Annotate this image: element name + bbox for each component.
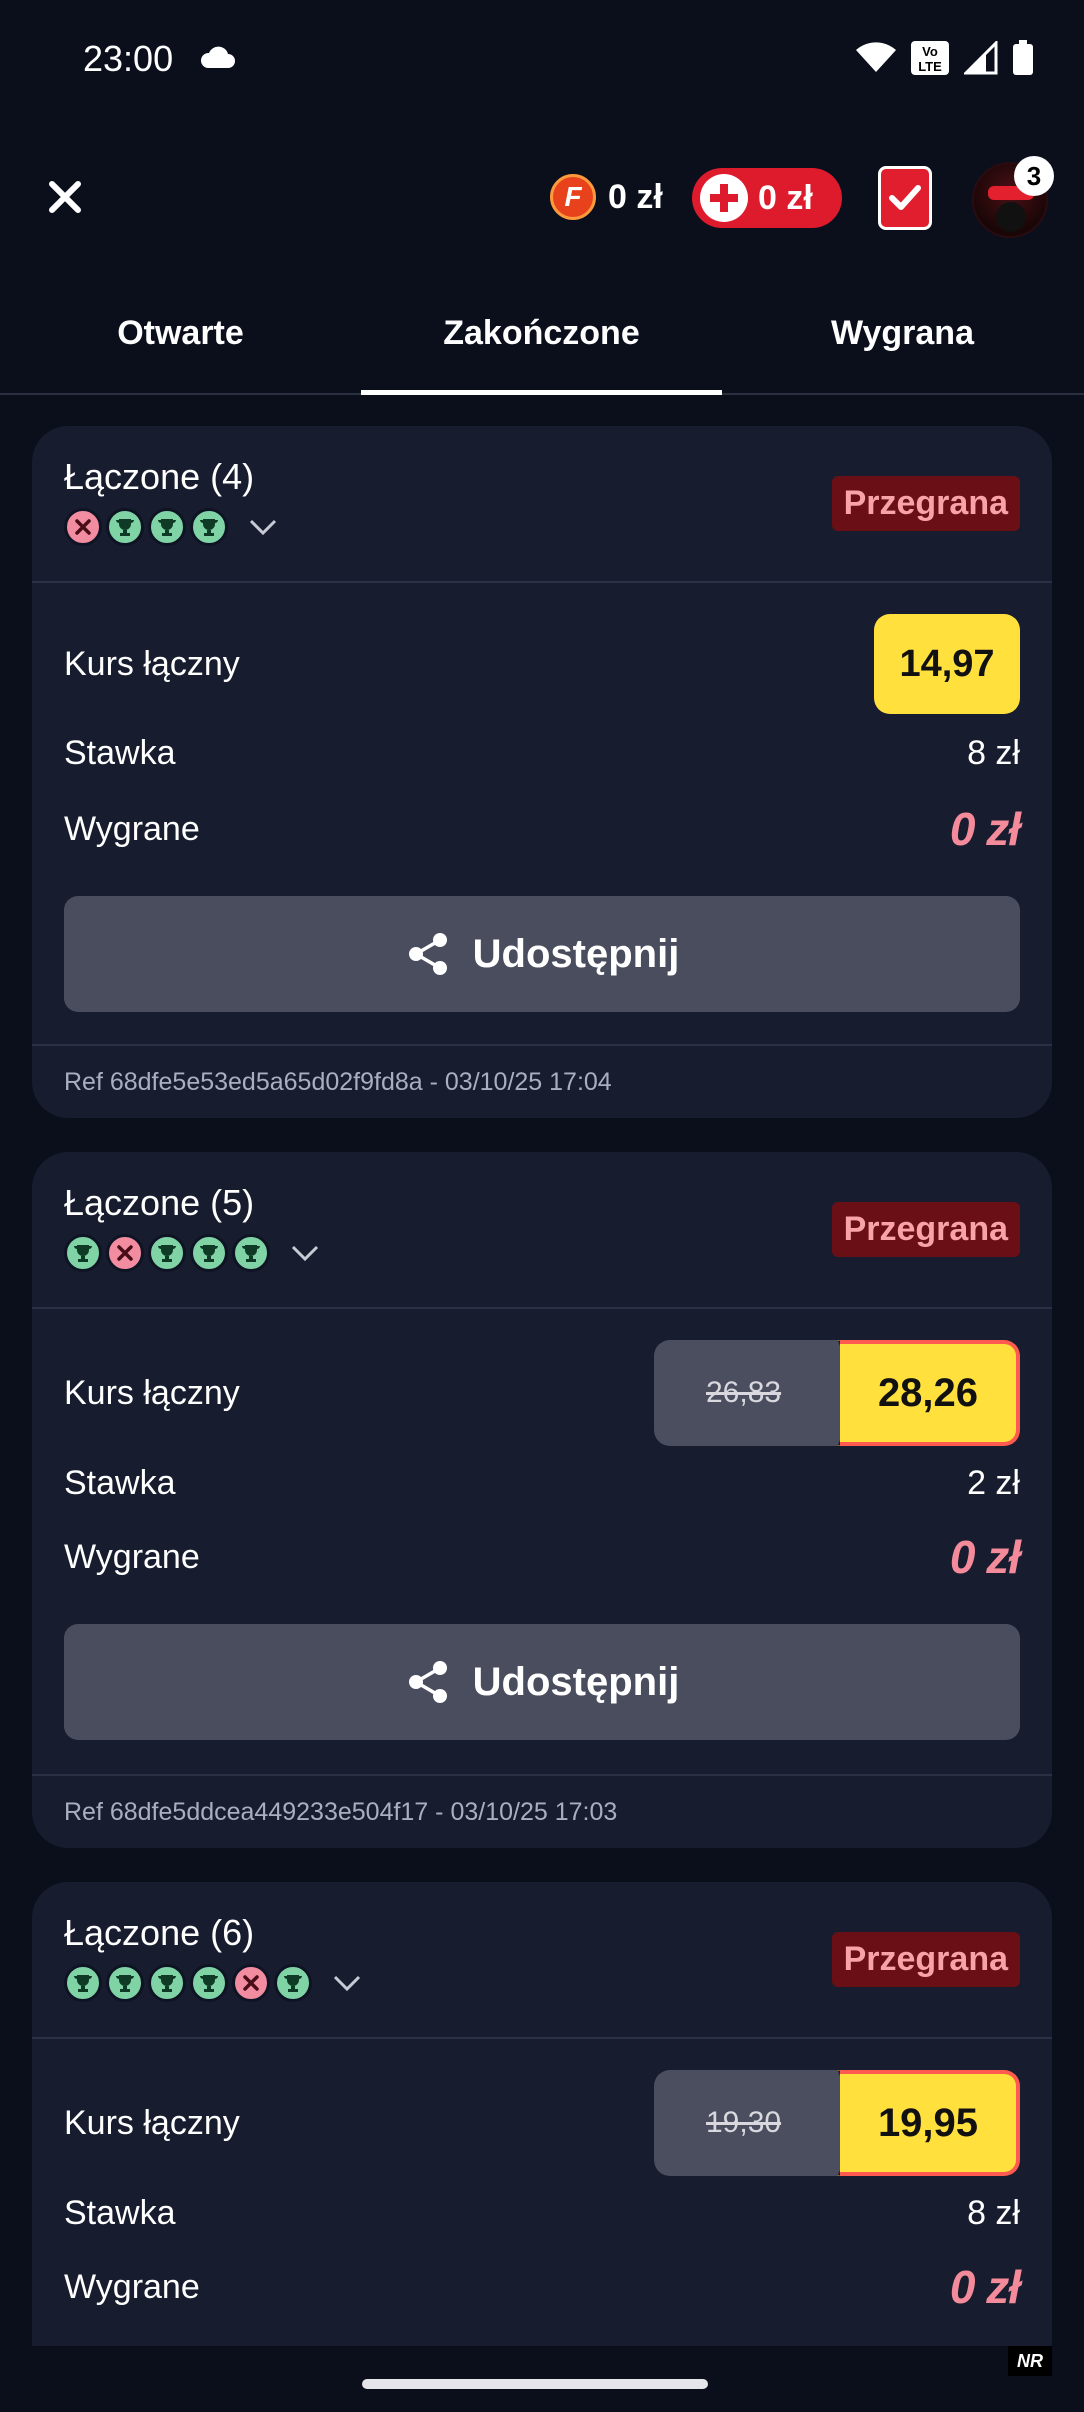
tab-won[interactable]: Wygrana (722, 293, 1083, 393)
svg-text:LTE: LTE (918, 59, 942, 74)
stake-label: Stawka (64, 734, 176, 772)
odds-row: Kurs łączny 19,30 19,95 (64, 2070, 1020, 2176)
tab-open[interactable]: Otwarte (0, 293, 361, 393)
total-odds: 19,95 (840, 2070, 1020, 2176)
stake-value: 8 zł (967, 734, 1020, 772)
winnings-value: 0 zł (949, 803, 1021, 855)
odds-row: Kurs łączny 26,83 28,26 (64, 1340, 1020, 1446)
selection-results (64, 508, 278, 546)
bet-card-header[interactable]: Łączone (4) Przegrana (32, 426, 1052, 583)
lost-selection-icon (64, 508, 102, 546)
wifi-icon (856, 42, 896, 72)
bet-card-header[interactable]: Łączone (6) Przegrana (32, 1882, 1052, 2039)
bet-title: Łączone (4) (64, 456, 255, 497)
trophy-icon (64, 1234, 102, 1272)
selection-results (64, 1234, 320, 1272)
odds-row: Kurs łączny 14,97 (64, 614, 1020, 714)
trophy-icon (190, 1964, 228, 2002)
share-button[interactable]: Udostępnij (64, 896, 1020, 1012)
svg-text:Vo: Vo (922, 44, 938, 59)
bet-card: Łączone (5) Przegrana Kurs łączny 26,83 … (32, 1152, 1052, 1848)
bet-card: Łączone (6) Przegrana Kurs łączny 19,30 … (32, 1882, 1052, 2346)
odds-label: Kurs łączny (64, 1373, 240, 1412)
trophy-icon (64, 1964, 102, 2002)
trophy-icon (148, 508, 186, 546)
stake-row: Stawka 8 zł (64, 2194, 1020, 2233)
status-bar: 23:00 Vo LTE (0, 0, 1084, 125)
gesture-nav-bar[interactable] (362, 2379, 708, 2389)
winnings-row: Wygrane 0 zł (64, 2260, 1021, 2314)
bet-reference: Ref 68dfe5ddcea449233e504f17 - 03/10/25 … (64, 1798, 618, 1826)
freebet-amount: 0 zł (608, 177, 663, 216)
top-header: F 0 zł 0 zł 3 (0, 150, 1084, 250)
status-badge: Przegrana (831, 1202, 1020, 1257)
trophy-icon (274, 1964, 312, 2002)
chevron-down-icon[interactable] (290, 1244, 320, 1262)
checkmark-icon (889, 185, 921, 210)
close-icon[interactable] (40, 172, 90, 222)
status-badge: Przegrana (831, 1932, 1020, 1987)
total-odds: 14,97 (874, 614, 1020, 714)
volte-icon: VoLTE (911, 41, 949, 75)
betslip-button[interactable] (878, 166, 932, 230)
trophy-icon (190, 508, 228, 546)
bet-card-footer: Ref 68dfe5ddcea449233e504f17 - 03/10/25 … (32, 1774, 1052, 1848)
stake-value: 8 zł (967, 2194, 1020, 2232)
odds-label: Kurs łączny (64, 2103, 240, 2142)
bet-card-footer: Ref 68dfe5e53ed5a65d02f9fd8a - 03/10/25 … (32, 1044, 1052, 1118)
chevron-down-icon[interactable] (248, 518, 278, 536)
stake-row: Stawka 2 zł (64, 1464, 1020, 1503)
boosted-odds: 19,30 19,95 (654, 2070, 1020, 2176)
battery-icon (1013, 40, 1033, 75)
notification-badge: 3 (1014, 156, 1054, 196)
odds-label: Kurs łączny (64, 644, 240, 683)
clock: 23:00 (83, 38, 174, 79)
winnings-label: Wygrane (64, 1537, 200, 1576)
share-button[interactable]: Udostępnij (64, 1624, 1020, 1740)
trophy-icon (106, 508, 144, 546)
freebet-balance[interactable]: F 0 zł (550, 174, 663, 220)
bet-title: Łączone (5) (64, 1182, 255, 1223)
selection-results (64, 1964, 362, 2002)
tab-finished[interactable]: Zakończone (361, 293, 722, 395)
lost-selection-icon (232, 1964, 270, 2002)
stake-row: Stawka 8 zł (64, 734, 1020, 773)
winnings-value: 0 zł (949, 1531, 1021, 1583)
boosted-odds: 26,83 28,26 (654, 1340, 1020, 1446)
bet-card: Łączone (4) Przegrana Kurs łączny 14,97 … (32, 426, 1052, 1118)
winnings-value: 0 zł (949, 2261, 1021, 2313)
share-icon (408, 933, 447, 975)
watermark-logo: NR (1008, 2346, 1052, 2376)
freebet-icon: F (550, 174, 596, 220)
trophy-icon (148, 1964, 186, 2002)
share-icon (408, 1661, 447, 1703)
trophy-icon (148, 1234, 186, 1272)
stake-value: 2 zł (967, 1464, 1020, 1502)
share-label: Udostępnij (472, 931, 680, 976)
winnings-row: Wygrane 0 zł (64, 1530, 1021, 1584)
winnings-label: Wygrane (64, 809, 200, 848)
deposit-button[interactable]: 0 zł (692, 168, 842, 228)
trophy-icon (232, 1234, 270, 1272)
stake-label: Stawka (64, 1464, 176, 1502)
trophy-icon (106, 1964, 144, 2002)
bet-tabs: Otwarte Zakończone Wygrana (0, 293, 1084, 395)
bet-card-header[interactable]: Łączone (5) Przegrana (32, 1152, 1052, 1309)
bet-reference: Ref 68dfe5e53ed5a65d02f9fd8a - 03/10/25 … (64, 1068, 612, 1096)
winnings-row: Wygrane 0 zł (64, 802, 1021, 856)
deposit-amount: 0 zł (758, 178, 813, 217)
signal-icon (964, 41, 998, 75)
plus-icon (700, 174, 748, 222)
winnings-label: Wygrane (64, 2267, 200, 2306)
share-label: Udostępnij (472, 1659, 680, 1704)
cloud-icon (200, 46, 235, 68)
total-odds: 28,26 (840, 1340, 1020, 1446)
trophy-icon (190, 1234, 228, 1272)
lost-selection-icon (106, 1234, 144, 1272)
bet-title: Łączone (6) (64, 1912, 255, 1953)
status-badge: Przegrana (831, 476, 1020, 531)
stake-label: Stawka (64, 2194, 176, 2232)
chevron-down-icon[interactable] (332, 1974, 362, 1992)
